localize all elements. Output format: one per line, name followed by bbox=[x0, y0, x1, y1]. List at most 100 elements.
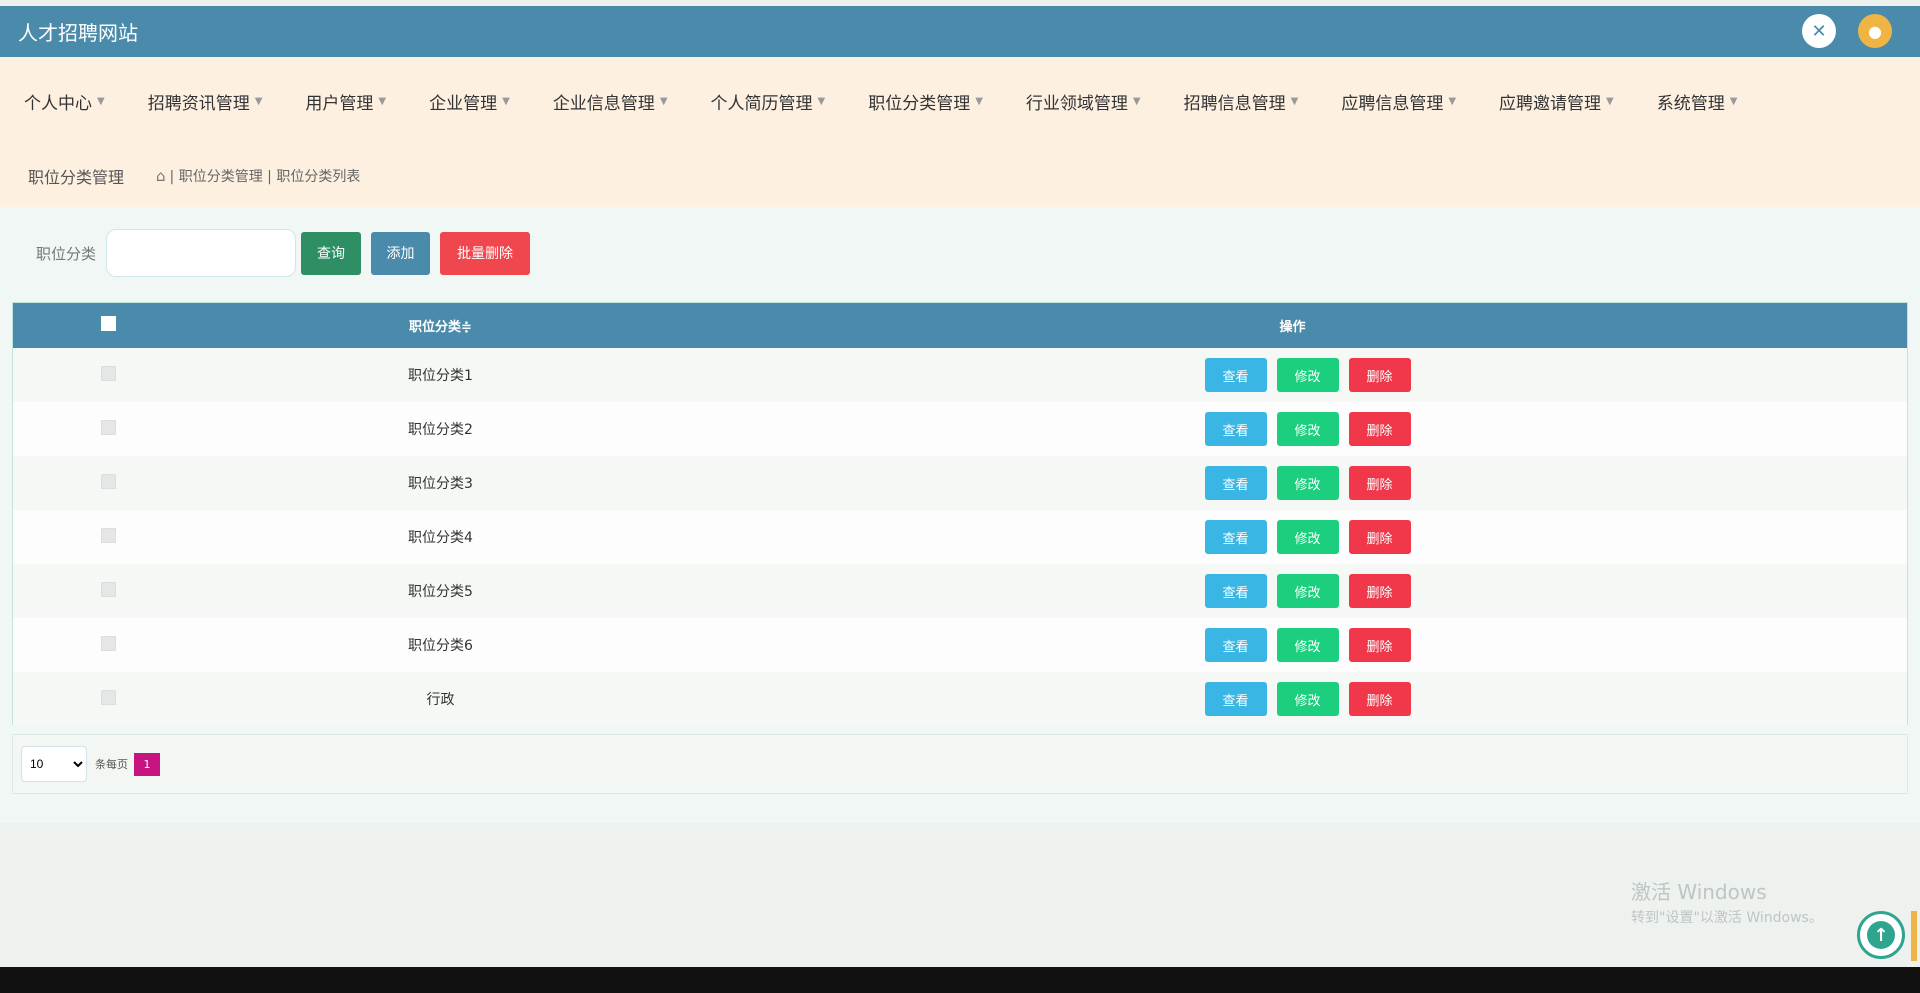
table-row: 职位分类2 查看 修改 删除 bbox=[13, 402, 1907, 456]
menu-label: 行业领域管理 bbox=[1025, 93, 1128, 114]
search-bar: 职位分类 查询 添加 批量删除 bbox=[36, 229, 531, 277]
actions-cell: 查看 修改 删除 bbox=[678, 456, 1907, 510]
menu-item-resumes[interactable]: 个人简历管理 ▼ bbox=[711, 89, 826, 114]
edit-button[interactable]: 修改 bbox=[1276, 682, 1339, 716]
search-label: 职位分类 bbox=[36, 244, 97, 263]
row-actions: 查看 修改 删除 bbox=[708, 682, 1907, 716]
delete-button[interactable]: 删除 bbox=[1348, 574, 1411, 608]
app-window: 人才招聘网站 ✕ ● 个人中心 ▼ 招聘资讯管理 ▼ 用户管理 ▼ 企业管理 ▼ 企业信… bbox=[0, 0, 1920, 967]
menu-label: 企业信息管理 bbox=[552, 93, 655, 114]
chevron-down-icon: ▼ bbox=[1448, 95, 1457, 107]
actions-cell: 查看 修改 删除 bbox=[678, 402, 1907, 456]
table-row: 职位分类5 查看 修改 删除 bbox=[13, 564, 1907, 618]
row-checkbox[interactable] bbox=[100, 527, 116, 543]
actions-cell: 查看 修改 删除 bbox=[678, 510, 1907, 564]
windows-activation-watermark: 激活 Windows 转到"设置"以激活 Windows。 bbox=[1631, 876, 1823, 927]
row-checkbox[interactable] bbox=[100, 365, 116, 381]
page-size-select[interactable]: 10 bbox=[21, 746, 87, 782]
chevron-down-icon: ▼ bbox=[1290, 95, 1299, 107]
menu-label: 招聘信息管理 bbox=[1183, 93, 1286, 114]
arrow-up-icon: ↑ bbox=[1867, 921, 1895, 949]
row-actions: 查看 修改 删除 bbox=[708, 412, 1907, 446]
top-header: 人才招聘网站 ✕ ● bbox=[0, 6, 1920, 57]
edit-button[interactable]: 修改 bbox=[1276, 628, 1339, 662]
home-icon[interactable]: ⌂ bbox=[156, 167, 166, 185]
row-actions: 查看 修改 删除 bbox=[708, 466, 1907, 500]
search-button[interactable]: 查询 bbox=[301, 231, 362, 275]
menu-item-application-info[interactable]: 应聘信息管理 ▼ bbox=[1341, 89, 1456, 114]
menu-item-industries[interactable]: 行业领域管理 ▼ bbox=[1026, 89, 1141, 114]
menu-item-system[interactable]: 系统管理 ▼ bbox=[1657, 89, 1738, 114]
edit-button[interactable]: 修改 bbox=[1276, 466, 1339, 500]
row-checkbox[interactable] bbox=[100, 581, 116, 597]
row-check-cell bbox=[13, 402, 203, 456]
fullscreen-icon[interactable]: ✕ bbox=[1802, 14, 1836, 48]
row-check-cell bbox=[13, 564, 203, 618]
breadcrumb: 职位分类管理 ⌂ | 职位分类管理 | 职位分类列表 bbox=[0, 145, 1920, 207]
header-actions: ✕ ● bbox=[1802, 14, 1892, 48]
delete-button[interactable]: 删除 bbox=[1348, 466, 1411, 500]
row-check-cell bbox=[13, 456, 203, 510]
menu-item-companies[interactable]: 企业管理 ▼ bbox=[429, 89, 510, 114]
delete-button[interactable]: 删除 bbox=[1348, 412, 1411, 446]
menu-item-recruit-info[interactable]: 招聘信息管理 ▼ bbox=[1184, 89, 1299, 114]
menu-item-personal-center[interactable]: 个人中心 ▼ bbox=[24, 89, 105, 114]
menu-label: 应聘信息管理 bbox=[1341, 93, 1444, 114]
edit-button[interactable]: 修改 bbox=[1276, 412, 1339, 446]
chevron-down-icon: ▼ bbox=[817, 95, 826, 107]
per-page-label: 条每页 bbox=[95, 758, 128, 771]
row-actions: 查看 修改 删除 bbox=[708, 520, 1907, 554]
user-avatar-icon[interactable]: ● bbox=[1858, 14, 1892, 48]
select-all-cell bbox=[13, 303, 203, 348]
menu-item-company-info[interactable]: 企业信息管理 ▼ bbox=[553, 89, 668, 114]
select-all-checkbox[interactable] bbox=[100, 316, 116, 331]
category-search-input[interactable] bbox=[106, 229, 297, 277]
page-title: 职位分类管理 bbox=[28, 168, 125, 187]
edit-button[interactable]: 修改 bbox=[1276, 358, 1339, 392]
watermark-line2: 转到"设置"以激活 Windows。 bbox=[1631, 910, 1823, 926]
menu-label: 个人中心 bbox=[24, 93, 92, 114]
column-header-actions: 操作 bbox=[1279, 320, 1306, 335]
page-number-button[interactable]: 1 bbox=[134, 752, 160, 776]
row-checkbox[interactable] bbox=[100, 635, 116, 651]
delete-button[interactable]: 删除 bbox=[1348, 682, 1411, 716]
row-checkbox[interactable] bbox=[100, 419, 116, 435]
menu-label: 系统管理 bbox=[1656, 93, 1725, 114]
view-button[interactable]: 查看 bbox=[1204, 412, 1267, 446]
menu-item-recruit-news[interactable]: 招聘资讯管理 ▼ bbox=[148, 89, 263, 114]
row-check-cell bbox=[13, 618, 203, 672]
delete-button[interactable]: 删除 bbox=[1348, 628, 1411, 662]
add-button[interactable]: 添加 bbox=[371, 231, 431, 275]
column-header-category[interactable]: 职位分类≑ bbox=[203, 303, 678, 348]
edit-button[interactable]: 修改 bbox=[1276, 574, 1339, 608]
delete-button[interactable]: 删除 bbox=[1348, 520, 1411, 554]
menu-label: 个人简历管理 bbox=[710, 93, 813, 114]
chevron-down-icon: ▼ bbox=[1132, 95, 1141, 107]
row-actions: 查看 修改 删除 bbox=[708, 574, 1907, 608]
row-checkbox[interactable] bbox=[100, 689, 116, 705]
view-button[interactable]: 查看 bbox=[1204, 358, 1267, 392]
view-button[interactable]: 查看 bbox=[1204, 628, 1267, 662]
table-header-row: 职位分类≑ 操作 bbox=[13, 303, 1907, 348]
edit-button[interactable]: 修改 bbox=[1276, 520, 1339, 554]
category-name: 职位分类3 bbox=[408, 476, 473, 492]
menu-item-job-categories[interactable]: 职位分类管理 ▼ bbox=[868, 89, 983, 114]
delete-button[interactable]: 删除 bbox=[1348, 358, 1411, 392]
back-to-top-button[interactable]: ↑ bbox=[1857, 911, 1905, 959]
view-button[interactable]: 查看 bbox=[1204, 574, 1267, 608]
actions-cell: 查看 修改 删除 bbox=[678, 618, 1907, 672]
category-name: 职位分类1 bbox=[408, 368, 473, 384]
category-name: 职位分类4 bbox=[408, 530, 473, 546]
table-row: 行政 查看 修改 删除 bbox=[13, 672, 1907, 726]
row-checkbox[interactable] bbox=[100, 473, 116, 489]
menu-item-invitations[interactable]: 应聘邀请管理 ▼ bbox=[1499, 89, 1614, 114]
menu-item-users[interactable]: 用户管理 ▼ bbox=[305, 89, 386, 114]
chevron-down-icon: ▼ bbox=[254, 95, 263, 107]
edge-accent-bar bbox=[1911, 911, 1917, 961]
view-button[interactable]: 查看 bbox=[1204, 520, 1267, 554]
site-brand: 人才招聘网站 bbox=[18, 21, 138, 45]
batch-delete-button[interactable]: 批量删除 bbox=[440, 231, 531, 275]
view-button[interactable]: 查看 bbox=[1204, 466, 1267, 500]
view-button[interactable]: 查看 bbox=[1204, 682, 1267, 716]
pagination: 10 条每页 1 bbox=[12, 734, 1908, 794]
